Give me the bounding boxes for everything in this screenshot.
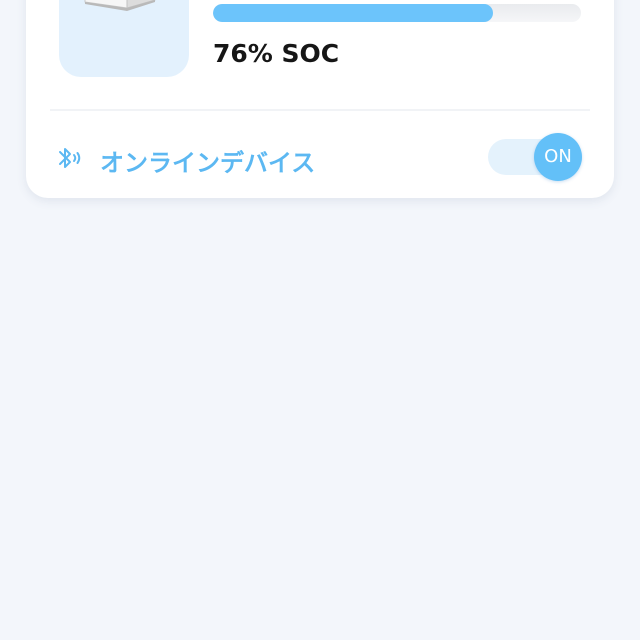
soc-progress-bar [213, 4, 581, 22]
soc-label: 76% SOC [213, 39, 340, 68]
device-card[interactable]: RED ODO 76% SOC オンラインデバイス ON [26, 0, 614, 198]
online-device-row: オンラインデバイス ON [56, 133, 586, 183]
online-toggle[interactable]: ON [488, 133, 582, 181]
app-screen: RED ODO 76% SOC オンラインデバイス ON [0, 0, 640, 640]
online-device-label: オンラインデバイス [100, 149, 316, 177]
battery-box-image: RED ODO [84, 0, 156, 11]
soc-progress-fill [213, 4, 493, 22]
device-image: RED ODO [59, 0, 189, 77]
divider [50, 109, 590, 111]
toggle-knob[interactable]: ON [534, 133, 582, 181]
bluetooth-icon [59, 148, 81, 168]
